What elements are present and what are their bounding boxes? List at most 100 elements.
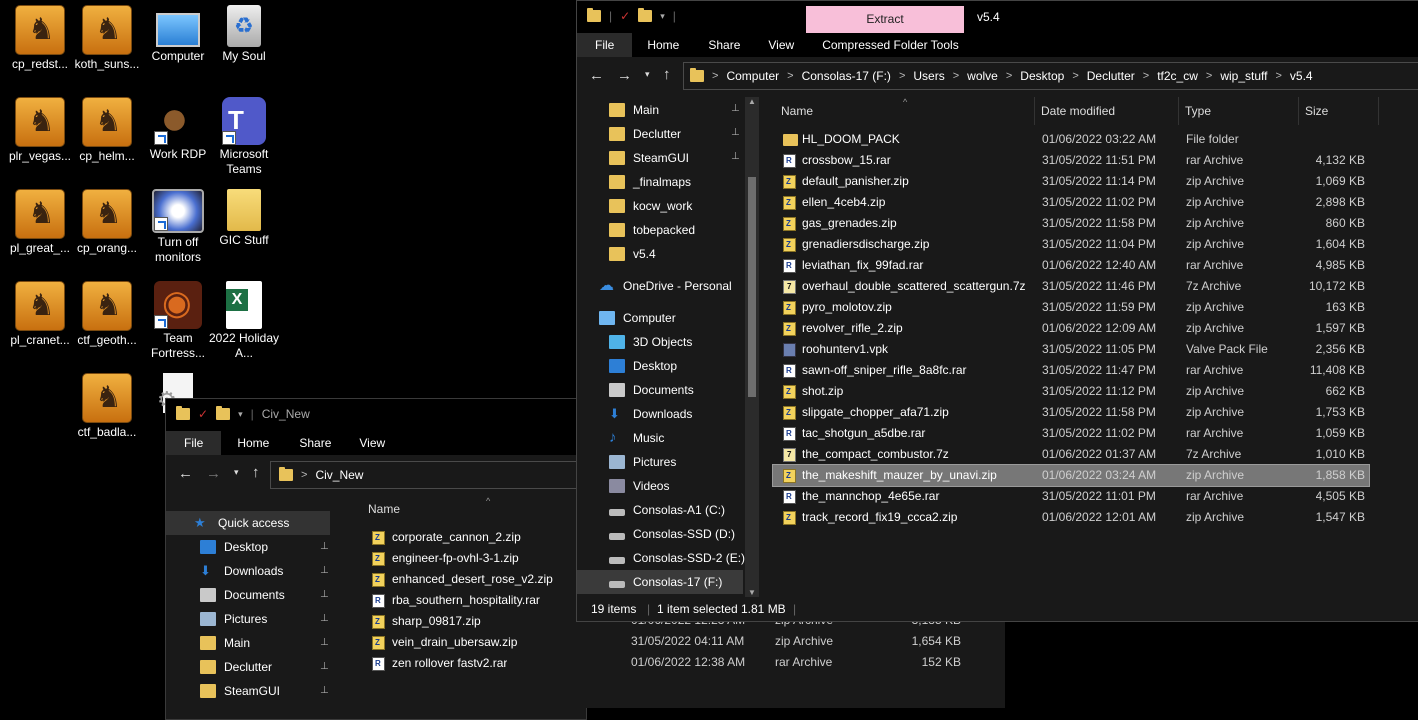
forward-arrow-icon[interactable]: →: [206, 465, 221, 482]
nav-item-consolas-ssd-d[interactable]: Consolas-SSD (D:): [609, 522, 735, 546]
file-row[interactable]: vein_drain_ubersaw.zip: [356, 632, 586, 653]
tab-home[interactable]: Home: [221, 431, 285, 455]
breadcrumb-computer[interactable]: Computer: [726, 69, 779, 83]
nav-item-finalmaps[interactable]: _finalmaps: [609, 170, 691, 194]
desktop-icon-folder[interactable]: GIC Stuff: [208, 189, 280, 248]
explorer-window-v5-4[interactable]: | ✓ ▾ | Extract v5.4 File Home Share Vie…: [576, 0, 1418, 622]
desktop-icon-game[interactable]: ♞ ctf_badla...: [71, 373, 143, 440]
file-row[interactable]: track_record_fix19_ccca2.zip 01/06/2022 1…: [773, 507, 1369, 528]
new-folder-icon[interactable]: [216, 406, 231, 420]
title-bar[interactable]: ✓ ▾ | Civ_New: [166, 399, 586, 431]
nav-item-pictures[interactable]: Pictures: [609, 450, 676, 474]
nav-item-videos[interactable]: Videos: [609, 474, 669, 498]
breadcrumb-desktop[interactable]: Desktop: [1020, 69, 1064, 83]
file-row[interactable]: overhaul_double_scattered_scattergun.7z 3…: [773, 276, 1369, 297]
scroll-up-icon[interactable]: ▲: [748, 97, 756, 106]
nav-item-computer[interactable]: Computer: [599, 306, 676, 330]
column-header-name[interactable]: Name ^: [356, 495, 586, 523]
file-row[interactable]: tac_shotgun_a5dbe.rar 31/05/2022 11:02 PM…: [773, 423, 1369, 444]
nav-item-3d-objects[interactable]: 3D Objects: [609, 330, 692, 354]
file-row[interactable]: enhanced_desert_rose_v2.zip: [356, 569, 586, 590]
file-row[interactable]: the_mannchop_4e65e.rar 31/05/2022 11:01 P…: [773, 486, 1369, 507]
column-header-date[interactable]: Date modified: [1035, 97, 1179, 125]
navigation-scrollbar[interactable]: ▲ ▼: [745, 97, 759, 597]
file-row[interactable]: grenadiersdischarge.zip 31/05/2022 11:04 …: [773, 234, 1369, 255]
explorer-window-civ-new[interactable]: ✓ ▾ | Civ_New File Home Share View ← → ▾…: [165, 398, 587, 720]
nav-item-downloads[interactable]: ⬇ Downloads: [200, 559, 283, 583]
desktop-icon-game[interactable]: ♞ pl_cranet...: [4, 281, 76, 348]
file-row[interactable]: sharp_09817.zip: [356, 611, 586, 632]
desktop-icon-recycle[interactable]: ♻ My Soul: [208, 5, 280, 64]
file-row[interactable]: sawn-off_sniper_rifle_8a8fc.rar 31/05/202…: [773, 360, 1369, 381]
file-row[interactable]: crossbow_15.rar 31/05/2022 11:51 PM rar Ar…: [773, 150, 1369, 171]
file-row[interactable]: slipgate_chopper_afa71.zip 31/05/2022 11:…: [773, 402, 1369, 423]
new-folder-icon[interactable]: [638, 8, 653, 22]
nav-item-steamgui[interactable]: SteamGUI: [609, 146, 689, 170]
desktop-icon-game[interactable]: ♞ cp_helm...: [71, 97, 143, 164]
desktop-icon-tf2[interactable]: ◉ Team Fortress...: [142, 281, 214, 361]
desktop-icon-game[interactable]: ♞ cp_orang...: [71, 189, 143, 256]
address-bar[interactable]: > Computer > Consolas-17 (F:) > Users > wolve > D…: [683, 62, 1418, 90]
properties-icon[interactable]: ✓: [198, 407, 208, 421]
file-row[interactable]: gas_grenades.zip 31/05/2022 11:58 PM zip A…: [773, 213, 1369, 234]
tab-view[interactable]: View: [345, 431, 399, 455]
title-bar[interactable]: | ✓ ▾ | Extract v5.4: [577, 1, 1418, 33]
recent-locations-chevron-icon[interactable]: ▾: [234, 467, 239, 478]
desktop-icon-game[interactable]: ♞ pl_great_...: [4, 189, 76, 256]
column-header-type[interactable]: Type: [1179, 97, 1299, 125]
file-row[interactable]: corporate_cannon_2.zip: [356, 527, 586, 548]
file-row[interactable]: HL_DOOM_PACK 01/06/2022 03:22 AM File fold…: [773, 129, 1369, 150]
address-bar[interactable]: > Civ_New: [270, 461, 586, 489]
column-header-name[interactable]: Name ^: [773, 97, 1035, 125]
file-row[interactable]: pyro_molotov.zip 31/05/2022 11:59 PM zip A…: [773, 297, 1369, 318]
nav-item-consolas-ssd-2-e[interactable]: Consolas-SSD-2 (E:): [609, 546, 745, 570]
nav-item-main[interactable]: Main: [200, 631, 250, 655]
tab-file[interactable]: File: [166, 431, 222, 455]
properties-icon[interactable]: ✓: [620, 9, 630, 23]
file-row[interactable]: the_compact_combustor.7z 01/06/2022 01:37…: [773, 444, 1369, 465]
breadcrumb-v5-4[interactable]: v5.4: [1290, 69, 1313, 83]
nav-item-desktop[interactable]: Desktop: [200, 535, 268, 559]
desktop-icon-game[interactable]: ♞ ctf_geoth...: [71, 281, 143, 348]
desktop-icon-poop[interactable]: ● Work RDP: [142, 92, 214, 162]
up-arrow-icon[interactable]: ↑: [663, 66, 671, 83]
customize-toolbar-icon[interactable]: ▾: [660, 11, 665, 22]
nav-item-v5-4[interactable]: v5.4: [609, 242, 656, 266]
back-arrow-icon[interactable]: ←: [589, 67, 604, 84]
customize-toolbar-icon[interactable]: ▾: [238, 409, 243, 420]
nav-item-consolas-17-f[interactable]: Consolas-17 (F:): [577, 570, 743, 594]
file-row[interactable]: engineer-fp-ovhl-3-1.zip: [356, 548, 586, 569]
tab-view[interactable]: View: [754, 33, 808, 57]
nav-item-tobepacked[interactable]: tobepacked: [609, 218, 695, 242]
nav-item-onedrive-personal[interactable]: ☁ OneDrive - Personal: [599, 274, 732, 298]
file-row[interactable]: leviathan_fix_99fad.rar 01/06/2022 12:40 …: [773, 255, 1369, 276]
file-row[interactable]: default_panisher.zip 31/05/2022 11:14 PM z…: [773, 171, 1369, 192]
tab-share[interactable]: Share: [285, 431, 345, 455]
breadcrumb-wip-stuff[interactable]: wip_stuff: [1220, 69, 1267, 83]
breadcrumb-tf2c-cw[interactable]: tf2c_cw: [1157, 69, 1198, 83]
recent-locations-chevron-icon[interactable]: ▾: [645, 69, 650, 80]
up-arrow-icon[interactable]: ↑: [252, 464, 260, 481]
nav-item-steamgui[interactable]: SteamGUI: [200, 679, 280, 703]
file-row[interactable]: ellen_4ceb4.zip 31/05/2022 11:02 PM zip Ar…: [773, 192, 1369, 213]
file-row[interactable]: shot.zip 31/05/2022 11:12 PM zip Archive 66…: [773, 381, 1369, 402]
back-arrow-icon[interactable]: ←: [178, 465, 193, 482]
desktop-icon-computer[interactable]: Computer: [142, 5, 214, 64]
tab-compressed-folder-tools[interactable]: Compressed Folder Tools: [808, 33, 973, 57]
breadcrumb-consolas-17-f[interactable]: Consolas-17 (F:): [802, 69, 891, 83]
file-row[interactable]: rba_southern_hospitality.rar: [356, 590, 586, 611]
nav-item-declutter[interactable]: Declutter: [200, 655, 272, 679]
nav-item-pictures[interactable]: Pictures: [200, 607, 267, 631]
breadcrumb-civ-new[interactable]: Civ_New: [315, 468, 363, 482]
nav-item-quick-access[interactable]: ★ Quick access: [166, 511, 330, 535]
scroll-down-icon[interactable]: ▼: [748, 588, 756, 597]
nav-item-documents[interactable]: Documents: [609, 378, 694, 402]
nav-item-kocw-work[interactable]: kocw_work: [609, 194, 692, 218]
nav-item-main[interactable]: Main: [609, 98, 659, 122]
desktop-icon-monitor[interactable]: Turn off monitors: [142, 189, 214, 265]
breadcrumb-users[interactable]: Users: [913, 69, 944, 83]
desktop-icon-game[interactable]: ♞ plr_vegas...: [4, 97, 76, 164]
nav-item-documents[interactable]: Documents: [200, 583, 285, 607]
file-row[interactable]: the_makeshift_mauzer_by_unavi.zip 01/06/2…: [772, 464, 1370, 487]
tab-file[interactable]: File: [577, 33, 633, 57]
